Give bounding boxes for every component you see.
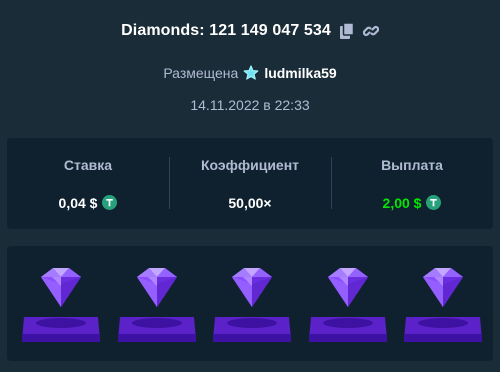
bet-value: 0,04 $ <box>58 194 98 211</box>
payout-value-row: 2,00 $ <box>331 195 493 213</box>
placed-label: Размещена <box>163 65 239 81</box>
bet-stats-panel: Ставка 0,04 $ Коэффициент 50,00× Выплата… <box>7 138 493 229</box>
placed-by-row: Размещена ludmilka59 <box>0 65 500 81</box>
bet-value-row: 0,04 $ <box>7 195 169 213</box>
multiplier-value-row: 50,00× <box>169 195 331 213</box>
bet-title: Diamonds: 121 149 047 534 <box>121 22 331 39</box>
username-link[interactable]: ludmilka59 <box>264 65 336 81</box>
copy-icon[interactable] <box>339 23 355 39</box>
bet-date: 14.11.2022 в 22:33 <box>190 97 310 113</box>
multiplier-label: Коэффициент <box>200 156 300 173</box>
gem-tile-5 <box>404 264 482 344</box>
stat-payout: Выплата 2,00 $ <box>331 155 493 213</box>
stat-multiplier: Коэффициент 50,00× <box>169 155 331 213</box>
gem-tile-1 <box>22 264 100 344</box>
game-board <box>7 246 493 361</box>
bet-label: Ставка <box>63 156 113 173</box>
link-icon[interactable] <box>362 23 379 39</box>
gem-tile-3 <box>213 264 291 344</box>
stat-bet: Ставка 0,04 $ <box>7 155 169 213</box>
payout-value: 2,00 $ <box>382 194 422 211</box>
tether-coin-icon <box>426 195 442 210</box>
gem-row <box>22 264 482 346</box>
payout-label: Выплата <box>381 156 443 173</box>
star-badge-icon <box>243 65 259 81</box>
bet-title-row: Diamonds: 121 149 047 534 <box>0 22 500 40</box>
multiplier-value: 50,00× <box>228 194 272 211</box>
gem-tile-2 <box>117 264 196 344</box>
tether-coin-icon <box>102 195 118 210</box>
gem-tile-4 <box>308 264 387 344</box>
